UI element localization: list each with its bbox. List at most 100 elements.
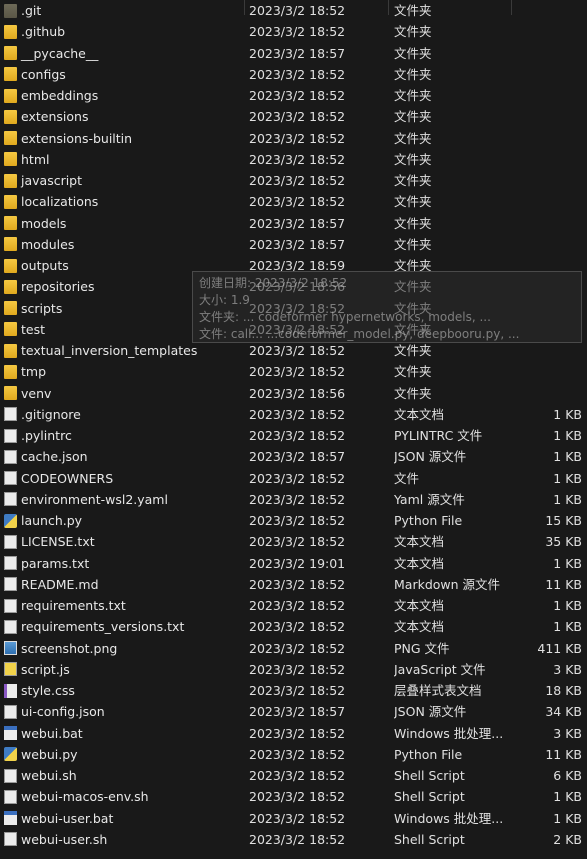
shell-icon [4,789,17,804]
file-row[interactable]: params.txt 2023/3/2 19:01 文本文档 1 KB [0,553,587,574]
python-icon [4,747,17,762]
file-row[interactable]: style.css 2023/3/2 18:52 层叠样式表文档 18 KB [0,680,587,701]
folder-icon [4,109,17,124]
file-date: 2023/3/2 18:52 [249,428,346,443]
file-date: 2023/3/2 18:52 [249,661,346,677]
file-type: 文件夹 [394,215,432,231]
file-icon [4,556,17,570]
file-row[interactable]: ui-config.json 2023/3/2 18:57 JSON 源文件 34 K… [0,701,587,722]
file-row[interactable]: webui.sh 2023/3/2 18:52 Shell Script 6 KB [0,765,587,786]
file-row[interactable]: environment-wsl2.yaml 2023/3/2 18:52 Yaml … [0,489,587,510]
file-size: 18 KB [545,683,582,698]
file-name: CODEOWNERS [21,470,114,486]
file-size: 11 KB [545,576,582,592]
file-row[interactable]: launch.py 2023/3/2 18:52 Python File 15 KB [0,510,587,531]
file-date: 2023/3/2 18:52 [249,831,346,847]
file-size: 2 KB [553,831,582,847]
file-date: 2023/3/2 18:52 [249,406,346,422]
javascript-icon [4,662,17,677]
file-row[interactable]: requirements.txt 2023/3/2 18:52 文本文档 1 KB [0,595,587,616]
file-type: 文件夹 [394,151,432,167]
json-icon [4,449,17,464]
file-name: configs [21,66,66,82]
file-row[interactable]: modules 2023/3/2 18:57 文件夹 [0,234,587,255]
file-date: 2023/3/2 18:57 [249,236,346,252]
file-row[interactable]: extensions 2023/3/2 18:52 文件夹 [0,106,587,127]
folder-icon [4,322,17,337]
folder-icon [4,88,17,103]
file-row[interactable]: .github 2023/3/2 18:52 文件夹 [0,21,587,42]
file-name: outputs [21,258,69,273]
file-type: Markdown 源文件 [394,576,501,592]
file-size: 1 KB [553,789,582,805]
file-type: Windows 批处理... [394,810,504,826]
file-row[interactable]: .git 2023/3/2 18:52 文件夹 [0,0,587,21]
file-row[interactable]: extensions-builtin 2023/3/2 18:52 文件夹 [0,128,587,149]
file-row[interactable]: LICENSE.txt 2023/3/2 18:52 文本文档 35 KB [0,531,587,552]
file-row[interactable]: venv 2023/3/2 18:56 文件夹 [0,383,587,404]
file-row[interactable]: webui-user.bat 2023/3/2 18:52 Windows 批处理.… [0,808,587,829]
file-icon [4,619,17,634]
file-name: tmp [21,364,47,380]
file-row[interactable]: __pycache__ 2023/3/2 18:57 文件夹 [0,43,587,64]
folder-icon [4,343,17,358]
file-type: 文本文档 [394,534,445,550]
column-divider[interactable] [511,0,512,15]
file-date: 2023/3/2 18:52 [249,598,346,613]
file-row[interactable]: .gitignore 2023/3/2 18:52 文本文档 1 KB [0,404,587,425]
folder-icon [4,237,17,252]
file-icon [4,598,17,613]
file-name: environment-wsl2.yaml [21,491,168,507]
file-type: 文件夹 [394,45,432,61]
file-name: .gitignore [21,406,81,422]
file-date: 2023/3/2 18:57 [249,215,346,231]
folder-icon [4,364,17,379]
file-row[interactable]: models 2023/3/2 18:57 文件夹 [0,213,587,234]
file-size: 34 KB [545,704,582,720]
file-name: html [21,151,50,167]
file-row[interactable]: webui.py 2023/3/2 18:52 Python File 11 KB [0,744,587,765]
file-row[interactable]: requirements_versions.txt 2023/3/2 18:52 文… [0,616,587,637]
file-row[interactable]: CODEOWNERS 2023/3/2 18:52 文件 1 KB [0,468,587,489]
file-date: 2023/3/2 18:52 [249,491,346,507]
folder-icon [4,258,17,273]
file-date: 2023/3/2 18:52 [249,130,346,146]
column-divider[interactable] [388,0,389,15]
file-type: 文件夹 [394,66,432,82]
file-row[interactable]: javascript 2023/3/2 18:52 文件夹 [0,170,587,191]
file-name: LICENSE.txt [21,534,95,550]
file-name: webui.py [21,746,78,762]
css-icon [4,683,17,698]
file-row[interactable]: textual_inversion_templates 2023/3/2 18:5… [0,340,587,361]
file-name: scripts [21,300,63,316]
file-row[interactable]: webui-macos-env.sh 2023/3/2 18:52 Shell Sc… [0,786,587,807]
column-divider[interactable] [244,0,245,15]
file-row[interactable]: README.md 2023/3/2 18:52 Markdown 源文件 11 KB [0,574,587,595]
file-size: 6 KB [553,768,582,783]
folder-icon [4,152,17,167]
file-size: 15 KB [545,513,582,528]
file-date: 2023/3/2 18:52 [249,789,346,805]
file-type: 文本文档 [394,406,445,422]
file-date: 2023/3/2 18:57 [249,449,346,465]
file-row[interactable]: localizations 2023/3/2 18:52 文件夹 [0,191,587,212]
file-row[interactable]: .pylintrc 2023/3/2 18:52 PYLINTRC 文件 1 KB [0,425,587,446]
file-row[interactable]: tmp 2023/3/2 18:52 文件夹 [0,361,587,382]
file-row[interactable]: webui-user.sh 2023/3/2 18:52 Shell Script 2… [0,829,587,850]
file-name: embeddings [21,88,99,103]
file-date: 2023/3/2 18:52 [249,619,346,635]
markdown-icon [4,577,17,592]
file-row[interactable]: script.js 2023/3/2 18:52 JavaScript 文件 3 KB [0,659,587,680]
tooltip-folders: 文件夹: ... codeformer hypernetworks, model… [199,310,491,324]
file-name: models [21,215,67,231]
file-name: webui-macos-env.sh [21,789,149,805]
file-row[interactable]: embeddings 2023/3/2 18:52 文件夹 [0,85,587,106]
file-size: 1 KB [553,449,582,465]
file-row[interactable]: webui.bat 2023/3/2 18:52 Windows 批处理... 3 K… [0,723,587,744]
file-row[interactable]: configs 2023/3/2 18:52 文件夹 [0,64,587,85]
file-type: Shell Script [394,789,465,805]
folder-icon [4,67,17,82]
file-row[interactable]: screenshot.png 2023/3/2 18:52 PNG 文件 411 KB [0,638,587,659]
file-row[interactable]: html 2023/3/2 18:52 文件夹 [0,149,587,170]
file-row[interactable]: cache.json 2023/3/2 18:57 JSON 源文件 1 KB [0,446,587,467]
